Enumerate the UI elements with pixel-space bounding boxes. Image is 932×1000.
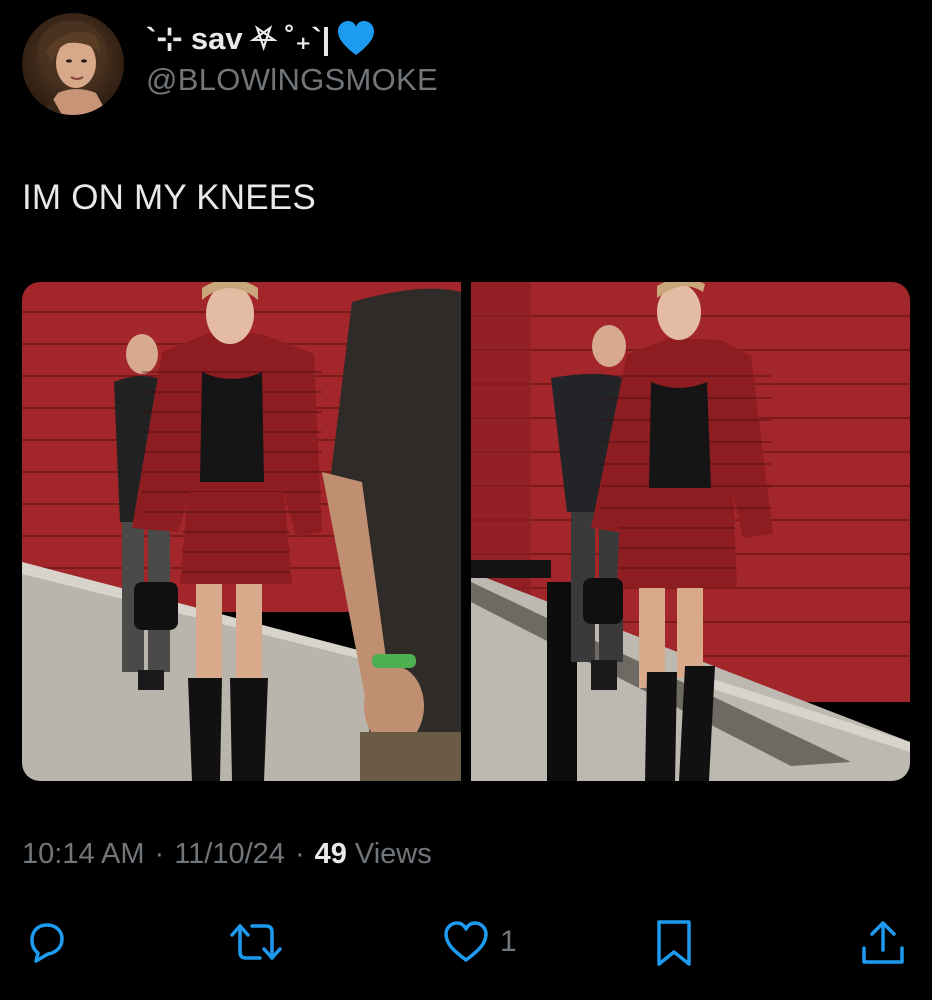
author-names: `⊹ sav ⛧ ˚₊`| @BLOWlNGSMOKE [146, 19, 438, 99]
views-count: 49 [314, 838, 347, 870]
tweet-photo-1[interactable] [22, 282, 461, 781]
heart-icon [444, 921, 488, 962]
views-label: Views [354, 838, 432, 870]
tweet-date[interactable]: 11/10/24 [174, 838, 285, 871]
retweet-button[interactable] [228, 918, 284, 966]
display-name-text: `⊹ sav ⛧ ˚₊`| [146, 21, 331, 56]
like-button[interactable]: 1 [442, 918, 517, 966]
meta-separator: · [294, 838, 305, 870]
action-bar: 1 [22, 912, 910, 972]
share-button[interactable] [860, 918, 906, 968]
retweet-icon [230, 924, 282, 960]
share-icon [862, 921, 904, 964]
meta-separator: · [154, 838, 165, 870]
media-grid [22, 282, 910, 781]
user-handle[interactable]: @BLOWlNGSMOKE [146, 61, 438, 99]
tweet-text: IM ON MY KNEES [22, 178, 316, 217]
blue-heart-icon [338, 21, 375, 55]
bookmark-button[interactable] [654, 918, 694, 968]
tweet-meta: 10:14 AM · 11/10/24 · 49 Views [22, 838, 432, 871]
photo-1-image [22, 282, 461, 781]
reply-button[interactable] [22, 918, 70, 966]
display-name[interactable]: `⊹ sav ⛧ ˚₊`| [146, 19, 438, 59]
reply-icon [30, 923, 64, 963]
like-count: 1 [500, 925, 517, 958]
tweet-time[interactable]: 10:14 AM [22, 838, 145, 871]
avatar[interactable] [22, 13, 124, 115]
bookmark-icon [657, 920, 691, 966]
tweet-photo-2[interactable] [471, 282, 910, 781]
photo-2-image [471, 282, 910, 781]
tweet-header: `⊹ sav ⛧ ˚₊`| @BLOWlNGSMOKE [22, 12, 438, 116]
